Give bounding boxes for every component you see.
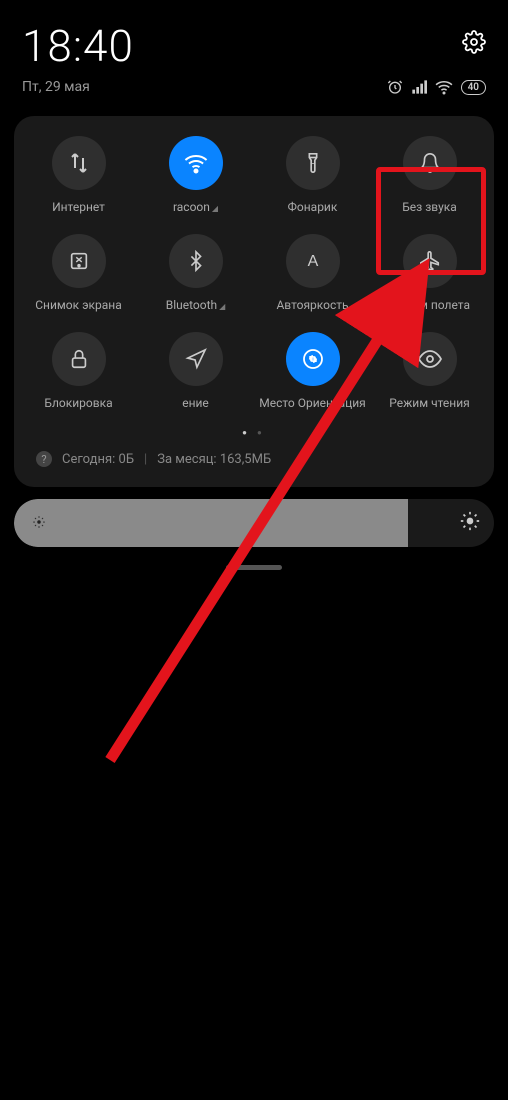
chevron-icon: ◢ (219, 302, 225, 311)
status-bar-icons: 40 (387, 78, 486, 96)
tile-label: Блокировка (44, 396, 112, 410)
qs-tile-data-transfer[interactable]: Интернет (22, 136, 135, 214)
battery-badge: 40 (461, 80, 486, 95)
info-icon: ? (36, 451, 52, 467)
alarm-icon (387, 79, 403, 95)
date-label: Пт, 29 мая (22, 79, 90, 95)
tile-label: racoon◢ (173, 200, 218, 214)
eye-icon[interactable] (403, 332, 457, 386)
clock-time: 18:40 (22, 20, 134, 72)
brightness-low-icon (32, 514, 46, 533)
tile-label: Снимок экрана (35, 298, 122, 312)
location-icon[interactable] (169, 332, 223, 386)
qs-tile-location[interactable]: ение (139, 332, 252, 410)
orientation-icon[interactable] (286, 332, 340, 386)
tile-label: Bluetooth◢ (166, 298, 226, 312)
qs-tile-bluetooth[interactable]: Bluetooth◢ (139, 234, 252, 312)
qs-tile-flashlight[interactable]: Фонарик (256, 136, 369, 214)
brightness-high-icon (460, 511, 480, 535)
qs-tile-orientation[interactable]: Место Ориентация (256, 332, 369, 410)
qs-tile-lock[interactable]: Блокировка (22, 332, 135, 410)
flashlight-icon[interactable] (286, 136, 340, 190)
tile-label: Место Ориентация (259, 396, 366, 410)
page-indicator: ● ● (22, 428, 486, 437)
signal-icon (411, 79, 427, 95)
qs-tile-wifi[interactable]: racoon◢ (139, 136, 252, 214)
wifi-status-icon (435, 78, 453, 96)
screenshot-icon[interactable] (52, 234, 106, 288)
annotation-highlight-box (376, 167, 486, 275)
chevron-icon: ◢ (212, 204, 218, 213)
qs-tile-auto-brightness[interactable]: A Автояркость (256, 234, 369, 312)
data-usage-row: ? Сегодня: 0Б | За месяц: 163,5МБ (22, 447, 486, 473)
tile-label: Режим чтения (389, 396, 469, 410)
tile-label: Режим полета (389, 298, 470, 312)
data-transfer-icon[interactable] (52, 136, 106, 190)
settings-gear-icon[interactable] (462, 30, 486, 58)
lock-icon[interactable] (52, 332, 106, 386)
tile-label: ение (182, 396, 209, 410)
wifi-icon[interactable] (169, 136, 223, 190)
qs-tile-screenshot[interactable]: Снимок экрана (22, 234, 135, 312)
qs-tile-eye[interactable]: Режим чтения (373, 332, 486, 410)
drag-handle[interactable] (226, 565, 282, 570)
bluetooth-icon[interactable] (169, 234, 223, 288)
auto-brightness-icon[interactable]: A (286, 234, 340, 288)
svg-text:A: A (307, 253, 318, 270)
brightness-slider[interactable] (14, 499, 494, 547)
tile-label: Автояркость (276, 298, 348, 312)
tile-label: Интернет (52, 200, 105, 214)
tile-label: Фонарик (288, 200, 338, 214)
